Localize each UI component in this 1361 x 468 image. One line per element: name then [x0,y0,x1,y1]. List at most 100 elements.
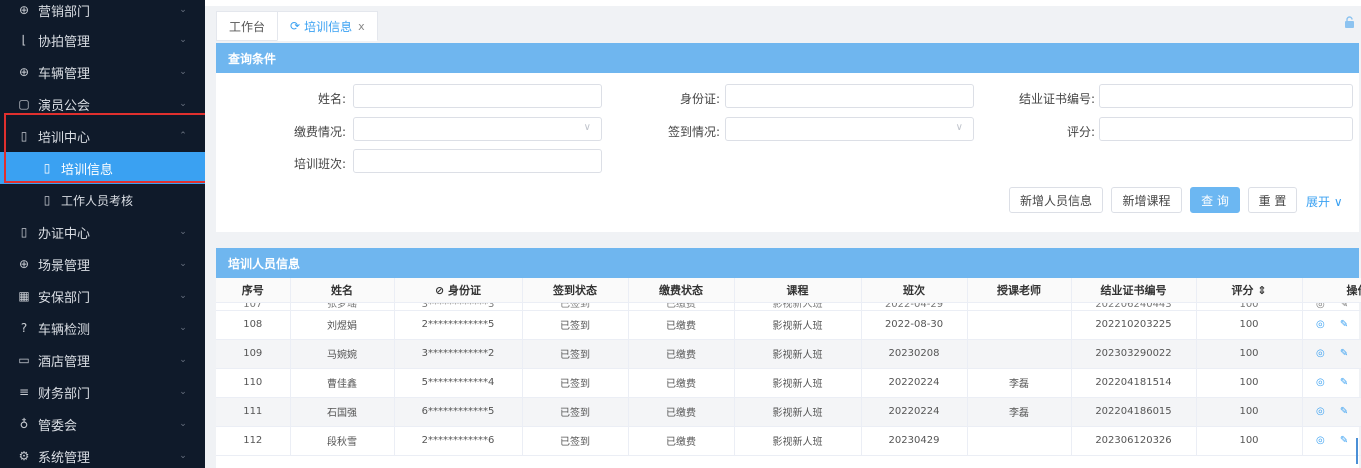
chevron-down-icon: ⌄ [179,5,187,15]
cell: 李磊 [967,397,1072,427]
table-scrollbar[interactable] [1356,438,1358,464]
search-button[interactable]: 查 询 [1190,187,1240,213]
sidebar-item-label: 工作人员考核 [61,193,134,208]
tab-training-info[interactable]: ⟳ 培训信息 x [277,11,378,41]
globe-icon: ⊕ [18,3,30,17]
cell [967,302,1072,311]
sidebar-item-staff-assessment[interactable]: ▯ 工作人员考核 [0,184,205,216]
cell: 2022-04-29 [861,302,968,311]
chevron-down-icon: ⌄ [179,227,187,237]
sidebar-item-hotel-management[interactable]: ▭ 酒店管理 ⌄ [0,344,205,376]
table-header-row: 序号 姓名 ⊘ 身份证 签到状态 缴费状态 课程 班次 授课老师 结业证书编号 … [216,278,1361,303]
sidebar-item-actors-guild[interactable]: ▢ 演员公会 ⌄ [0,88,205,120]
monitor-icon: ▭ [18,353,30,367]
sidebar-item-vehicle-inspection[interactable]: ? 车辆检测 ⌄ [0,312,205,344]
tab-workbench[interactable]: 工作台 [216,11,279,41]
column-header-score[interactable]: 评分 ⇕ [1196,278,1303,303]
sidebar: ⊕ 营销部门 ⌄ ⌊ 协拍管理 ⌄ ⊕ 车辆管理 ⌄ ▢ 演员公会 ⌄ ▯ 培训… [0,0,205,468]
expand-toggle[interactable]: 展开 ∨ [1306,193,1343,210]
sidebar-item-system-management[interactable]: ⚙ 系统管理 ⌄ [0,440,205,468]
globe-icon: ⊕ [18,65,30,79]
sidebar-item-label: 协拍管理 [38,34,91,50]
cell: 111 [216,397,291,427]
sidebar-item-label: 培训信息 [61,162,114,178]
hand-icon: ♁ [19,417,29,431]
cell: 影视新人班 [734,310,862,340]
sidebar-item-security[interactable]: ▦ 安保部门 ⌄ [0,280,205,312]
fee-status-select[interactable]: ∨ [353,117,602,141]
refresh-icon[interactable]: ⟳ [290,19,300,33]
cell: 202306120326 [1071,426,1197,456]
close-icon[interactable]: x [358,20,365,33]
chevron-down-icon: ⌄ [179,35,187,45]
cell: 20230208 [861,339,968,369]
cell: 影视新人班 [734,426,862,456]
sidebar-item-label: 场景管理 [38,258,91,274]
main-content: 工作台 ⟳ 培训信息 x 查询条件 姓名: 身份证: 结业证书编号: 缴费情况:… [205,0,1361,468]
signin-status-select[interactable]: ∨ [725,117,974,141]
tab-label: 培训信息 [304,19,353,34]
sidebar-item-label: 酒店管理 [38,354,91,370]
add-course-button[interactable]: 新增课程 [1111,187,1182,213]
signin-status-label: 签到情况: [667,125,720,139]
lock-icon[interactable] [1344,16,1355,28]
table-panel-title: 培训人员信息 [216,248,1359,278]
session-input[interactable] [353,149,602,173]
idcard-input[interactable] [725,84,974,108]
row-actions[interactable]: ◎ ✎ ▯ ♙ [1302,310,1361,340]
top-bar [205,0,1361,6]
cell: 100 [1196,397,1303,427]
row-actions[interactable]: ◎ ✎ ▯ ♙ [1302,397,1361,427]
table-row: 112 段秋雪 2************6 已签到 已缴费 影视新人班 202… [216,426,1361,456]
row-actions[interactable]: ◎ ✎ ▯ ♙ [1302,426,1361,456]
cell: 已签到 [522,397,629,427]
idcard-label: 身份证: [679,92,720,106]
cell: 石国强 [290,397,395,427]
sidebar-item-committee[interactable]: ♁ 管委会 ⌄ [0,408,205,440]
cell: 已签到 [522,302,629,311]
sidebar-item-shoot-coordination[interactable]: ⌊ 协拍管理 ⌄ [0,24,205,56]
row-actions[interactable]: ◎ ✎ ▯ ♙ [1302,302,1361,311]
sidebar-item-training-center[interactable]: ▯ 培训中心 ⌃ [0,120,205,152]
cell: 李磊 [967,368,1072,398]
column-header-idcard[interactable]: ⊘ 身份证 [394,278,523,303]
cell: 202204181514 [1071,368,1197,398]
add-person-button[interactable]: 新增人员信息 [1009,187,1103,213]
reset-button[interactable]: 重 置 [1248,187,1297,213]
sidebar-item-certification-center[interactable]: ▯ 办证中心 ⌄ [0,216,205,248]
sidebar-item-marketing[interactable]: ⊕ 营销部门 ⌄ [0,0,205,26]
cell: 曹佳鑫 [290,368,395,398]
score-input[interactable] [1099,117,1353,141]
sidebar-item-label: 营销部门 [38,4,91,20]
query-panel: 查询条件 姓名: 身份证: 结业证书编号: 缴费情况: ∨ 签到情况: ∨ 评分… [216,43,1359,232]
sidebar-item-training-info[interactable]: ▯ 培训信息 [0,152,205,184]
table-row: 108 刘煜娟 2************5 已签到 已缴费 影视新人班 202… [216,310,1361,340]
row-actions[interactable]: ◎ ✎ ▯ ♙ [1302,368,1361,398]
sidebar-item-finance[interactable]: ≡ 财务部门 ⌄ [0,376,205,408]
cell: 202206240443 [1071,302,1197,311]
row-actions[interactable]: ◎ ✎ ▯ ♙ [1302,339,1361,369]
sidebar-item-label: 车辆管理 [38,66,91,82]
cell: 已签到 [522,368,629,398]
cell: 已缴费 [628,302,735,311]
name-input[interactable] [353,84,602,108]
chevron-down-icon: ∨ [955,122,963,133]
score-label: 评分: [1066,125,1095,139]
cell: 108 [216,310,291,340]
book-icon: ▯ [43,193,51,207]
tab-label: 工作台 [229,19,266,34]
cert-number-input[interactable] [1099,84,1353,108]
sidebar-item-label: 办证中心 [38,226,91,242]
sidebar-item-vehicle-management[interactable]: ⊕ 车辆管理 ⌄ [0,56,205,88]
query-panel-title: 查询条件 [216,43,1359,73]
cell: 张梦瑶 [290,302,395,311]
cell: 段秋雪 [290,426,395,456]
sidebar-item-scene-management[interactable]: ⊕ 场景管理 ⌄ [0,248,205,280]
globe-icon: ⊕ [18,257,30,271]
chevron-down-icon: ∨ [583,122,591,133]
chevron-down-icon: ⌄ [179,451,187,461]
cell: 2022-08-30 [861,310,968,340]
cell: 202303290022 [1071,339,1197,369]
cell: 109 [216,339,291,369]
fee-status-label: 缴费情况: [293,125,346,139]
